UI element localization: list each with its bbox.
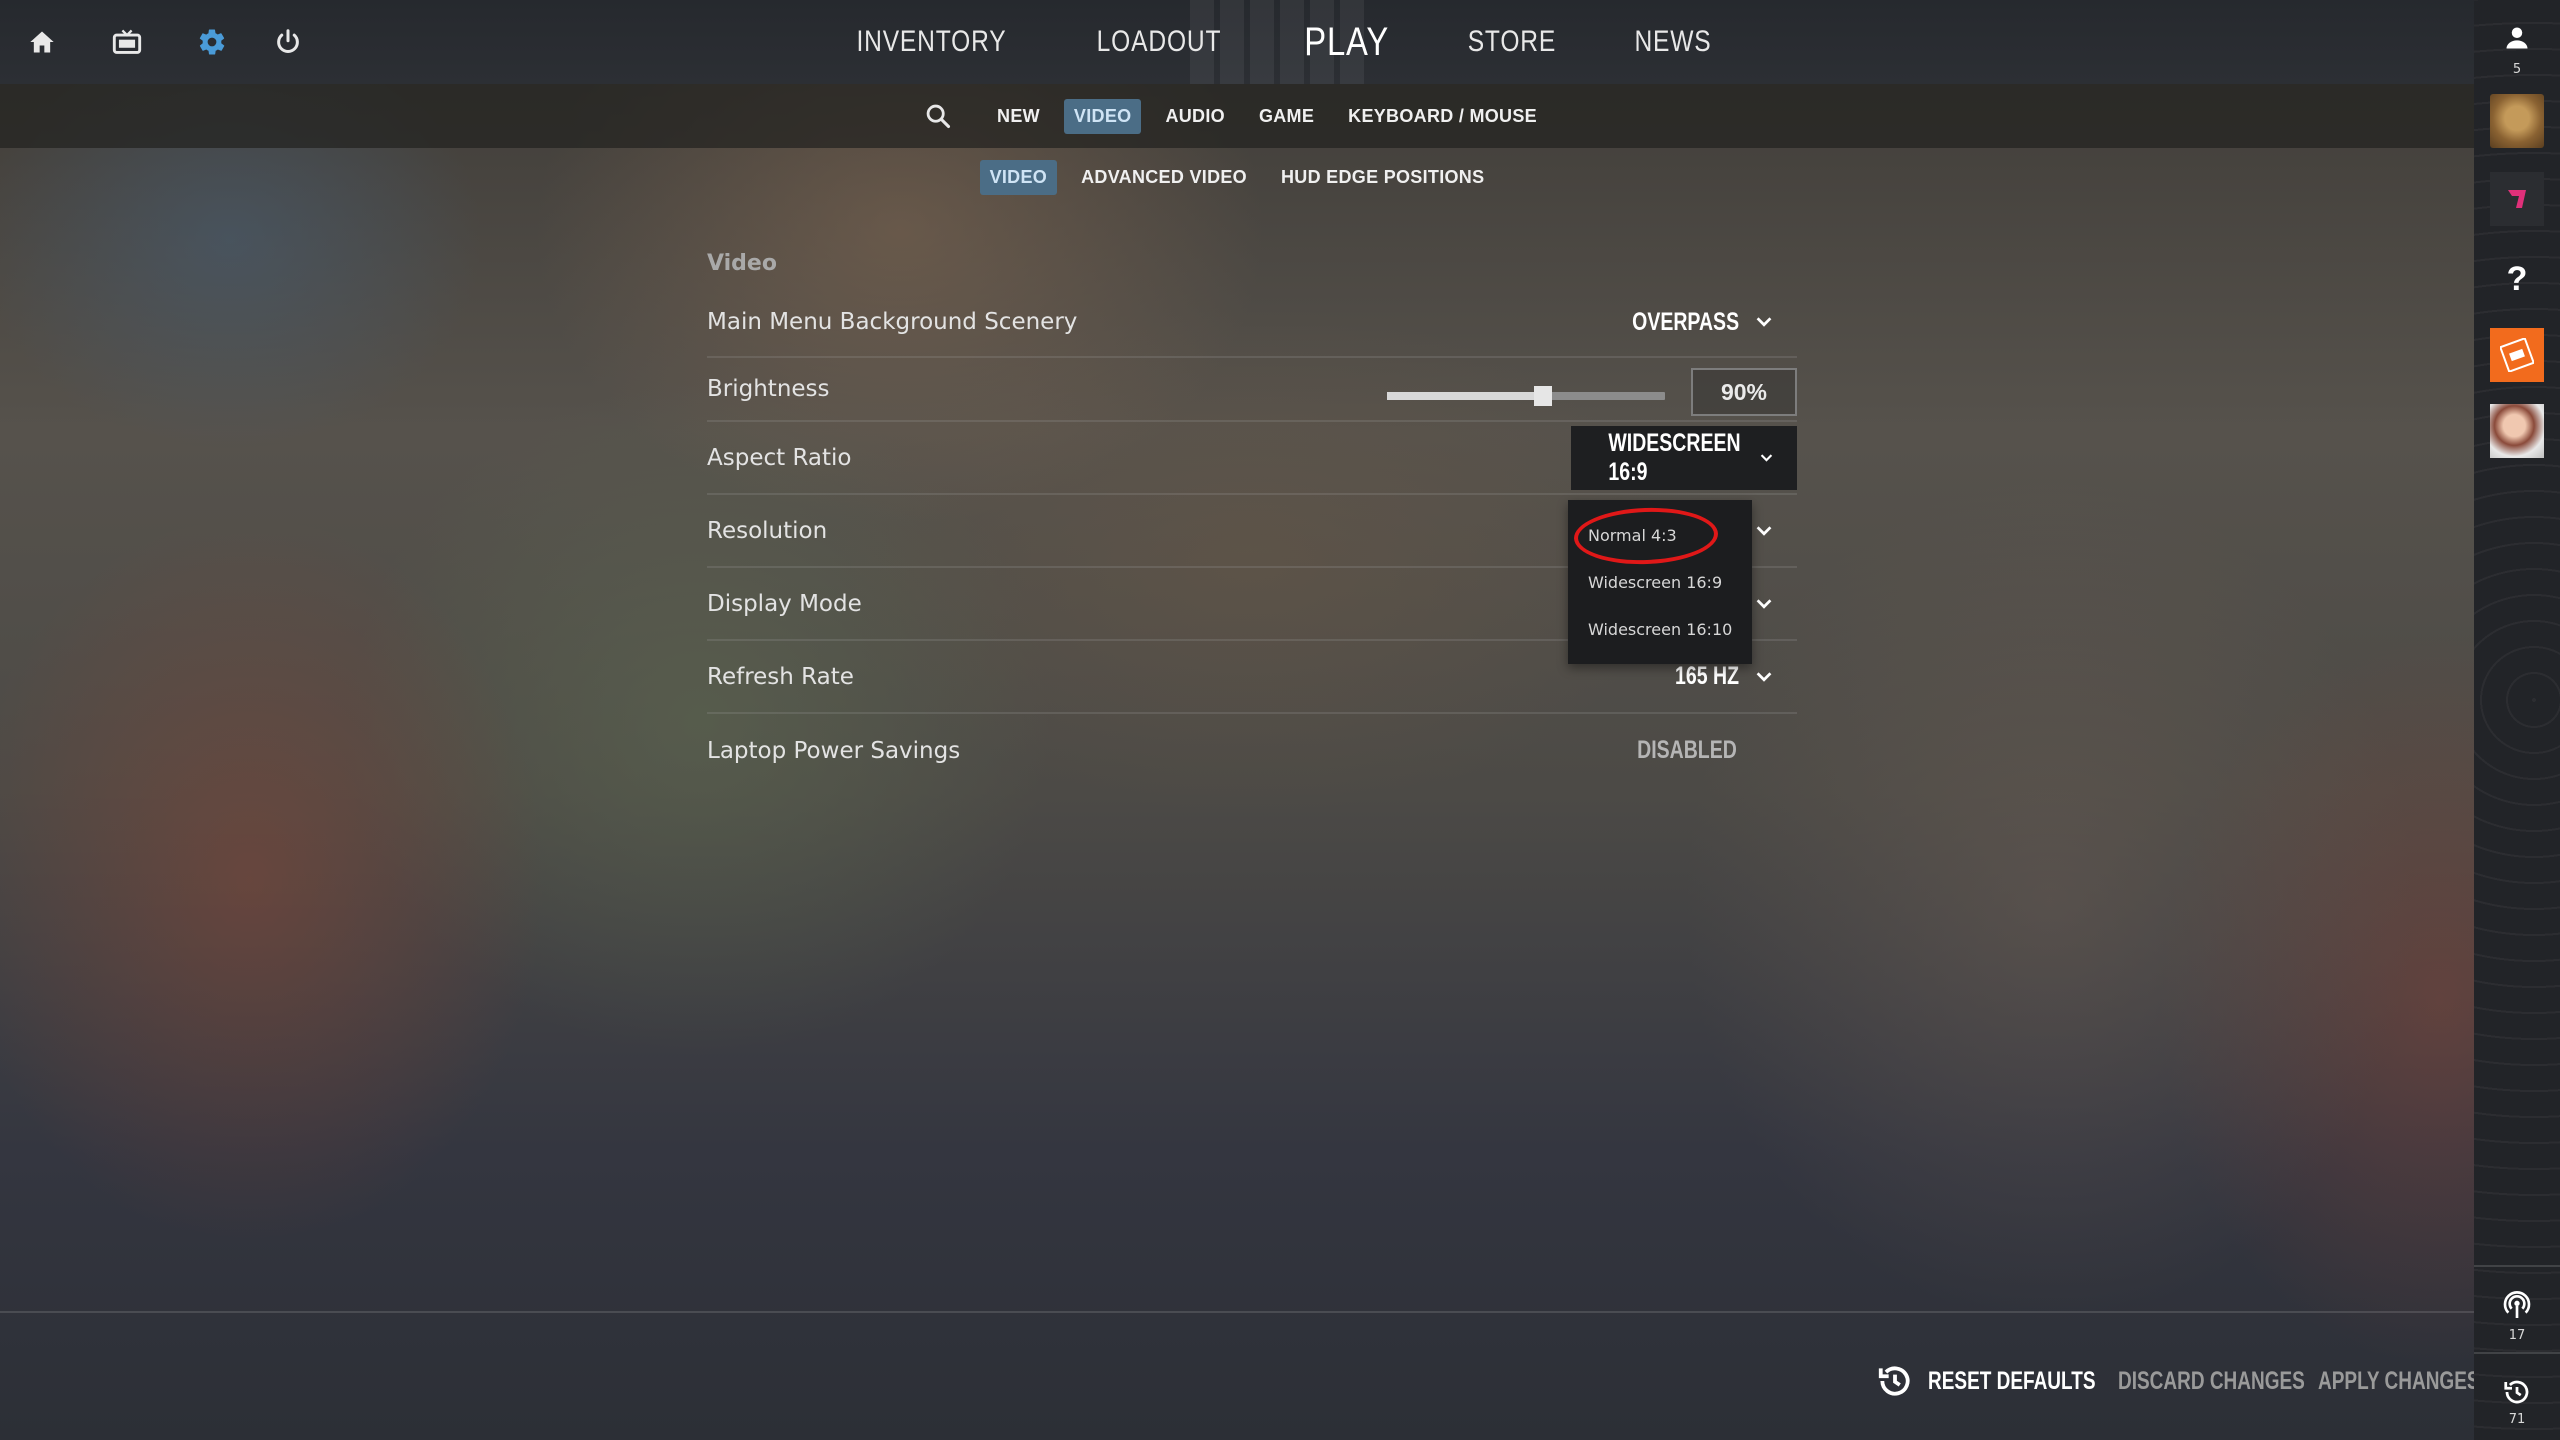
setting-row-laptop-power: Laptop Power Savings DISABLED	[707, 714, 1797, 787]
broadcast-count: 17	[2508, 1328, 2526, 1343]
aspect-ratio-select[interactable]: WIDESCREEN 16:9	[1570, 426, 1775, 490]
tab-game[interactable]: GAME	[1249, 99, 1324, 134]
friend-avatar[interactable]	[2490, 328, 2544, 382]
chevron-down-icon	[1760, 454, 1773, 462]
power-icon[interactable]	[268, 22, 308, 62]
history-button[interactable]	[2490, 1372, 2544, 1412]
friend-avatar[interactable]	[2490, 94, 2544, 148]
setting-label: Refresh Rate	[707, 663, 854, 690]
clock-history-icon	[2504, 1380, 2529, 1404]
section-title: Video	[707, 251, 777, 276]
nav-store[interactable]: STORE	[1443, 25, 1581, 59]
nav-news[interactable]: NEWS	[1610, 25, 1736, 59]
main-nav: INVENTORY LOADOUT PLAY STORE NEWS	[856, 0, 1710, 84]
brand-logo-icon	[2508, 190, 2526, 208]
top-nav-bar: INVENTORY LOADOUT PLAY STORE NEWS	[0, 0, 2474, 84]
tab-keyboard-mouse[interactable]: KEYBOARD / MOUSE	[1338, 99, 1547, 134]
search-icon[interactable]	[920, 98, 956, 134]
chevron-down-icon	[1756, 525, 1772, 536]
subtab-advanced-video[interactable]: ADVANCED VIDEO	[1071, 160, 1257, 195]
chevron-down-icon	[1756, 317, 1772, 327]
nav-play[interactable]: PLAY	[1280, 20, 1414, 65]
chevron-down-icon	[1756, 671, 1772, 682]
home-icon[interactable]	[22, 22, 62, 62]
laptop-power-value: DISABLED	[1609, 714, 1737, 787]
reset-defaults-label: RESET DEFAULTS	[1928, 1366, 2096, 1395]
gear-icon[interactable]	[192, 22, 232, 62]
person-icon	[2506, 27, 2528, 49]
setting-label: Laptop Power Savings	[707, 737, 961, 764]
broadcast-icon	[2503, 1291, 2531, 1318]
slider-handle[interactable]	[1533, 386, 1552, 406]
tab-audio[interactable]: AUDIO	[1155, 99, 1235, 134]
friend-avatar[interactable]	[2490, 172, 2544, 226]
discard-changes-label: DISCARD CHANGES	[2118, 1366, 2305, 1395]
friends-button[interactable]	[2490, 16, 2544, 60]
history-icon	[1878, 1366, 1910, 1396]
chevron-down-icon	[1756, 598, 1772, 609]
bottom-action-bar: RESET DEFAULTS DISCARD CHANGES APPLY CHA…	[0, 1311, 2480, 1440]
select-value: DISABLED	[1637, 736, 1737, 764]
friend-avatar[interactable]	[2490, 404, 2544, 458]
brightness-value-input[interactable]: 90%	[1691, 368, 1797, 416]
video-sub-tab-bar: VIDEO ADVANCED VIDEO HUD EDGE POSITIONS	[0, 158, 2474, 196]
scenery-select[interactable]: OVERPASS	[1602, 288, 1775, 356]
settings-tab-bar: NEW VIDEO AUDIO GAME KEYBOARD / MOUSE	[0, 84, 2474, 148]
brightness-slider[interactable]	[1387, 386, 1665, 406]
nav-loadout[interactable]: LOADOUT	[1072, 25, 1246, 59]
slider-fill	[1387, 392, 1543, 400]
setting-row-brightness: Brightness 90%	[707, 358, 1797, 422]
help-button[interactable]: ?	[2490, 252, 2544, 306]
select-value: WIDESCREEN 16:9	[1607, 429, 1741, 486]
friends-count: 5	[2512, 62, 2522, 77]
setting-label: Main Menu Background Scenery	[707, 309, 1078, 335]
question-mark-icon: ?	[2506, 259, 2528, 298]
setting-label: Resolution	[707, 517, 828, 544]
setting-row-scenery: Main Menu Background Scenery OVERPASS	[707, 288, 1797, 358]
subtab-hud-edge-positions[interactable]: HUD EDGE POSITIONS	[1271, 160, 1494, 195]
tab-video[interactable]: VIDEO	[1063, 98, 1142, 134]
rail-divider	[2474, 1352, 2560, 1354]
setting-label: Aspect Ratio	[707, 444, 852, 471]
nav-inventory[interactable]: INVENTORY	[832, 25, 1031, 59]
select-value: OVERPASS	[1632, 307, 1739, 336]
tab-new[interactable]: NEW	[987, 99, 1050, 134]
aspect-ratio-select-open[interactable]: WIDESCREEN 16:9	[1571, 426, 1797, 490]
apply-changes-label: APPLY CHANGES	[2318, 1366, 2480, 1395]
dropdown-option-widescreen-16-10[interactable]: Widescreen 16:10	[1568, 606, 1752, 653]
setting-label: Brightness	[707, 376, 830, 402]
reset-defaults-button[interactable]: RESET DEFAULTS	[1876, 1361, 2148, 1401]
subtab-video[interactable]: VIDEO	[979, 159, 1058, 195]
setting-row-aspect-ratio: Aspect Ratio WIDESCREEN 16:9	[707, 422, 1797, 495]
setting-label: Display Mode	[707, 590, 862, 617]
broadcast-button[interactable]	[2490, 1284, 2544, 1328]
dropdown-option-widescreen-16-9[interactable]: Widescreen 16:9	[1568, 559, 1752, 606]
right-social-rail: 5 ? 17 71	[2474, 0, 2560, 1440]
history-count: 71	[2508, 1412, 2526, 1427]
orange-logo-icon	[2500, 338, 2534, 372]
rail-divider	[2474, 1265, 2560, 1267]
select-value: 165 HZ	[1675, 662, 1739, 690]
tv-icon[interactable]	[107, 22, 147, 62]
